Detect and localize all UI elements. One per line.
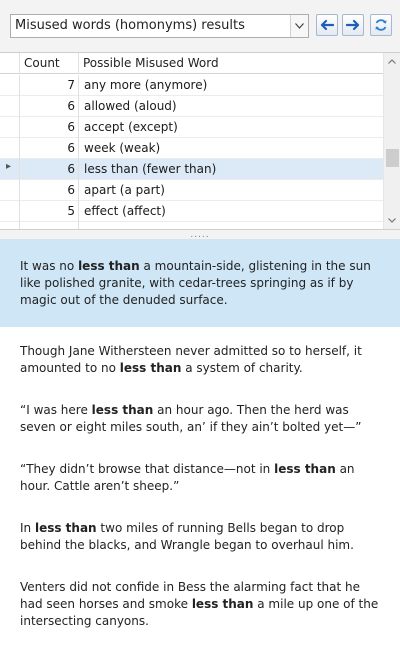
count-cell [20, 222, 79, 229]
table-row-selected[interactable]: ▸ 6 less than (fewer than) [0, 159, 383, 180]
example-sentence[interactable]: Venters did not confide in Bess the alar… [0, 579, 400, 630]
row-header[interactable]: ▸ [0, 159, 20, 180]
word-cell: accept (except) [84, 120, 178, 134]
highlighted-term: less than [274, 462, 336, 476]
count-cell: 5 [20, 201, 79, 222]
table-row[interactable]: 6 apart (a part) [0, 180, 383, 201]
example-sentence[interactable]: In less than two miles of running Bells … [0, 520, 400, 554]
table-row[interactable]: 6 allowed (aloud) [0, 96, 383, 117]
results-grid: Count Possible Misused Word 7 any more (… [0, 52, 400, 230]
forward-button[interactable] [342, 14, 364, 36]
word-cell: allowed (aloud) [84, 99, 177, 113]
sentence-text: “I was here [20, 403, 92, 417]
count-cell: 7 [20, 75, 79, 96]
example-sentence[interactable]: Though Jane Withersteen never admitted s… [0, 343, 400, 377]
grid-rows: 7 any more (anymore) 6 allowed (aloud) 6… [0, 75, 383, 229]
count-cell: 6 [20, 180, 79, 201]
word-cell: less than (fewer than) [84, 162, 217, 176]
table-row[interactable]: 6 week (weak) [0, 138, 383, 159]
sentence-text: It was no [20, 259, 79, 273]
sentence-text: In [20, 521, 35, 535]
sentence-text: a system of charity. [181, 361, 303, 375]
table-row-partial[interactable] [0, 222, 383, 229]
arrow-right-icon [346, 19, 360, 31]
table-row[interactable]: 6 accept (except) [0, 117, 383, 138]
back-button[interactable] [316, 14, 338, 36]
chevron-down-icon[interactable] [290, 15, 308, 37]
scrollbar-thumb[interactable] [386, 149, 399, 167]
refresh-icon [375, 19, 387, 31]
arrow-left-icon [320, 19, 334, 31]
refresh-button[interactable] [370, 14, 392, 36]
scroll-down-icon[interactable] [384, 212, 400, 229]
highlighted-term: less than [91, 403, 154, 417]
example-sentence[interactable]: “I was here less than an hour ago. Then … [0, 402, 400, 436]
scroll-up-icon[interactable] [384, 53, 400, 70]
sentence-text: “They didn’t browse that distance—not in [20, 462, 275, 476]
row-header[interactable] [0, 222, 20, 229]
column-header-possible-misused-word[interactable]: Possible Misused Word [79, 53, 383, 74]
report-type-select[interactable]: Misused words (homonyms) results [10, 14, 309, 38]
count-cell: 6 [20, 159, 79, 180]
count-cell: 6 [20, 138, 79, 159]
word-cell: any more (anymore) [84, 78, 208, 92]
pane-splitter[interactable]: ..... [0, 230, 400, 239]
row-header[interactable] [0, 96, 20, 117]
row-header[interactable] [0, 180, 20, 201]
row-header[interactable] [0, 138, 20, 159]
row-header[interactable] [0, 117, 20, 138]
table-row[interactable]: 5 effect (affect) [0, 201, 383, 222]
count-cell: 6 [20, 117, 79, 138]
row-header[interactable] [0, 75, 20, 96]
example-sentence[interactable]: “They didn’t browse that distance—not in… [0, 461, 400, 495]
example-sentences-pane: It was no less than a mountain-side, gli… [0, 239, 400, 668]
grid-vertical-scrollbar[interactable] [383, 53, 400, 229]
word-cell: week (weak) [84, 141, 161, 155]
table-row[interactable]: 7 any more (anymore) [0, 75, 383, 96]
row-pointer-icon: ▸ [6, 161, 12, 172]
highlighted-term: less than [34, 521, 97, 535]
row-header-corner [0, 53, 20, 74]
count-cell: 6 [20, 96, 79, 117]
report-type-select-value: Misused words (homonyms) results [15, 18, 245, 33]
word-cell: apart (a part) [84, 183, 165, 197]
toolbar: Misused words (homonyms) results [0, 0, 400, 52]
row-header[interactable] [0, 201, 20, 222]
grid-header: Count Possible Misused Word [0, 53, 383, 74]
highlighted-term: less than [191, 597, 254, 611]
highlighted-term: less than [78, 259, 140, 273]
highlighted-term: less than [119, 361, 182, 375]
word-cell: effect (affect) [84, 204, 166, 218]
column-header-count[interactable]: Count [20, 53, 79, 74]
example-sentence-selected[interactable]: It was no less than a mountain-side, gli… [0, 239, 400, 327]
splitter-grip-icon: ..... [190, 229, 210, 240]
